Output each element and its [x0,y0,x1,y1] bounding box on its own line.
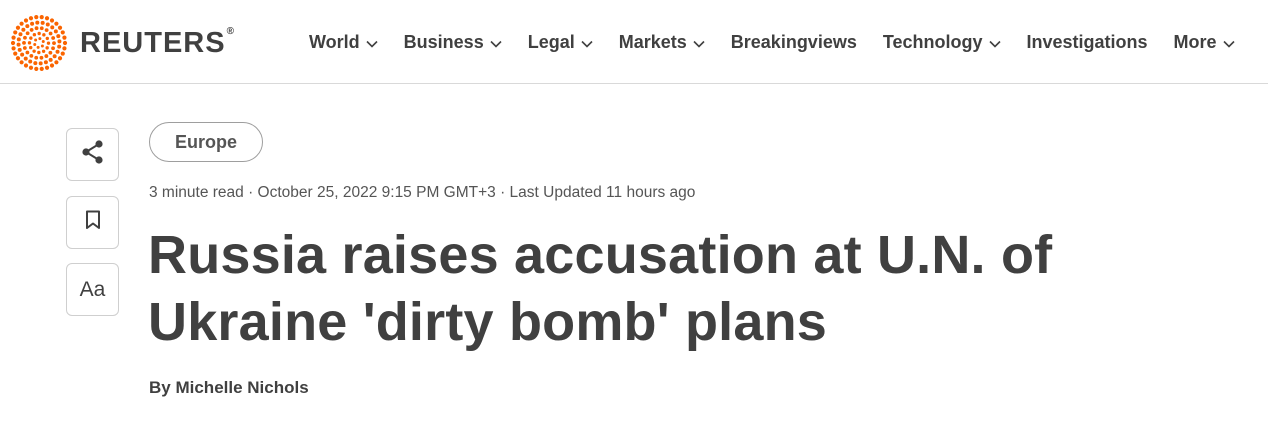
article-headline: Russia raises accusation at U.N. of Ukra… [148,225,1053,352]
article-byline: By Michelle Nichols [149,378,309,398]
nav-item-label: Markets [618,31,687,52]
article-meta: 3 minute read · October 25, 2022 9:15 PM… [149,184,696,201]
nav-item-investigations[interactable]: Investigations [1027,32,1148,53]
nav-item-business[interactable]: Business [404,32,502,53]
nav-item-more[interactable]: More [1174,32,1235,53]
chevron-down-icon [366,32,378,53]
share-button[interactable] [66,128,119,181]
nav-item-label: Business [403,31,484,52]
nav-item-label: Investigations [1026,31,1148,52]
nav-item-breakingviews[interactable]: Breakingviews [731,32,857,53]
bookmark-button[interactable] [66,196,119,249]
nav-item-world[interactable]: World [309,32,378,53]
reuters-logo[interactable]: REUTERS® [10,14,235,72]
nav-item-technology[interactable]: Technology [883,32,1001,53]
chevron-down-icon [988,32,1001,53]
nav-item-label: Technology [882,31,983,52]
reuters-logo-mark-icon [10,15,68,71]
nav-item-legal[interactable]: Legal [528,32,593,53]
byline-prefix: By [149,378,176,397]
section-tag-europe[interactable]: Europe [149,122,263,162]
font-size-button[interactable]: Aa [66,263,119,316]
bookmark-icon [85,210,101,235]
nav-item-markets[interactable]: Markets [619,32,705,53]
author-link[interactable]: Michelle Nichols [175,378,308,397]
chevron-down-icon [581,32,593,53]
chevron-down-icon [693,32,705,53]
nav-item-label: Breakingviews [730,31,857,52]
share-icon [79,138,107,171]
site-header: REUTERS® World Business Legal Markets Br… [0,0,1268,84]
main-nav: World Business Legal Markets Breakingvie… [309,0,1235,84]
nav-item-label: World [309,31,360,52]
section-tag-label: Europe [174,131,237,152]
chevron-down-icon [1222,32,1235,53]
nav-item-label: Legal [527,31,575,52]
logo-wordmark: REUTERS® [80,25,235,59]
font-size-label: Aa [79,277,106,301]
nav-item-label: More [1173,31,1217,52]
chevron-down-icon [490,32,502,53]
